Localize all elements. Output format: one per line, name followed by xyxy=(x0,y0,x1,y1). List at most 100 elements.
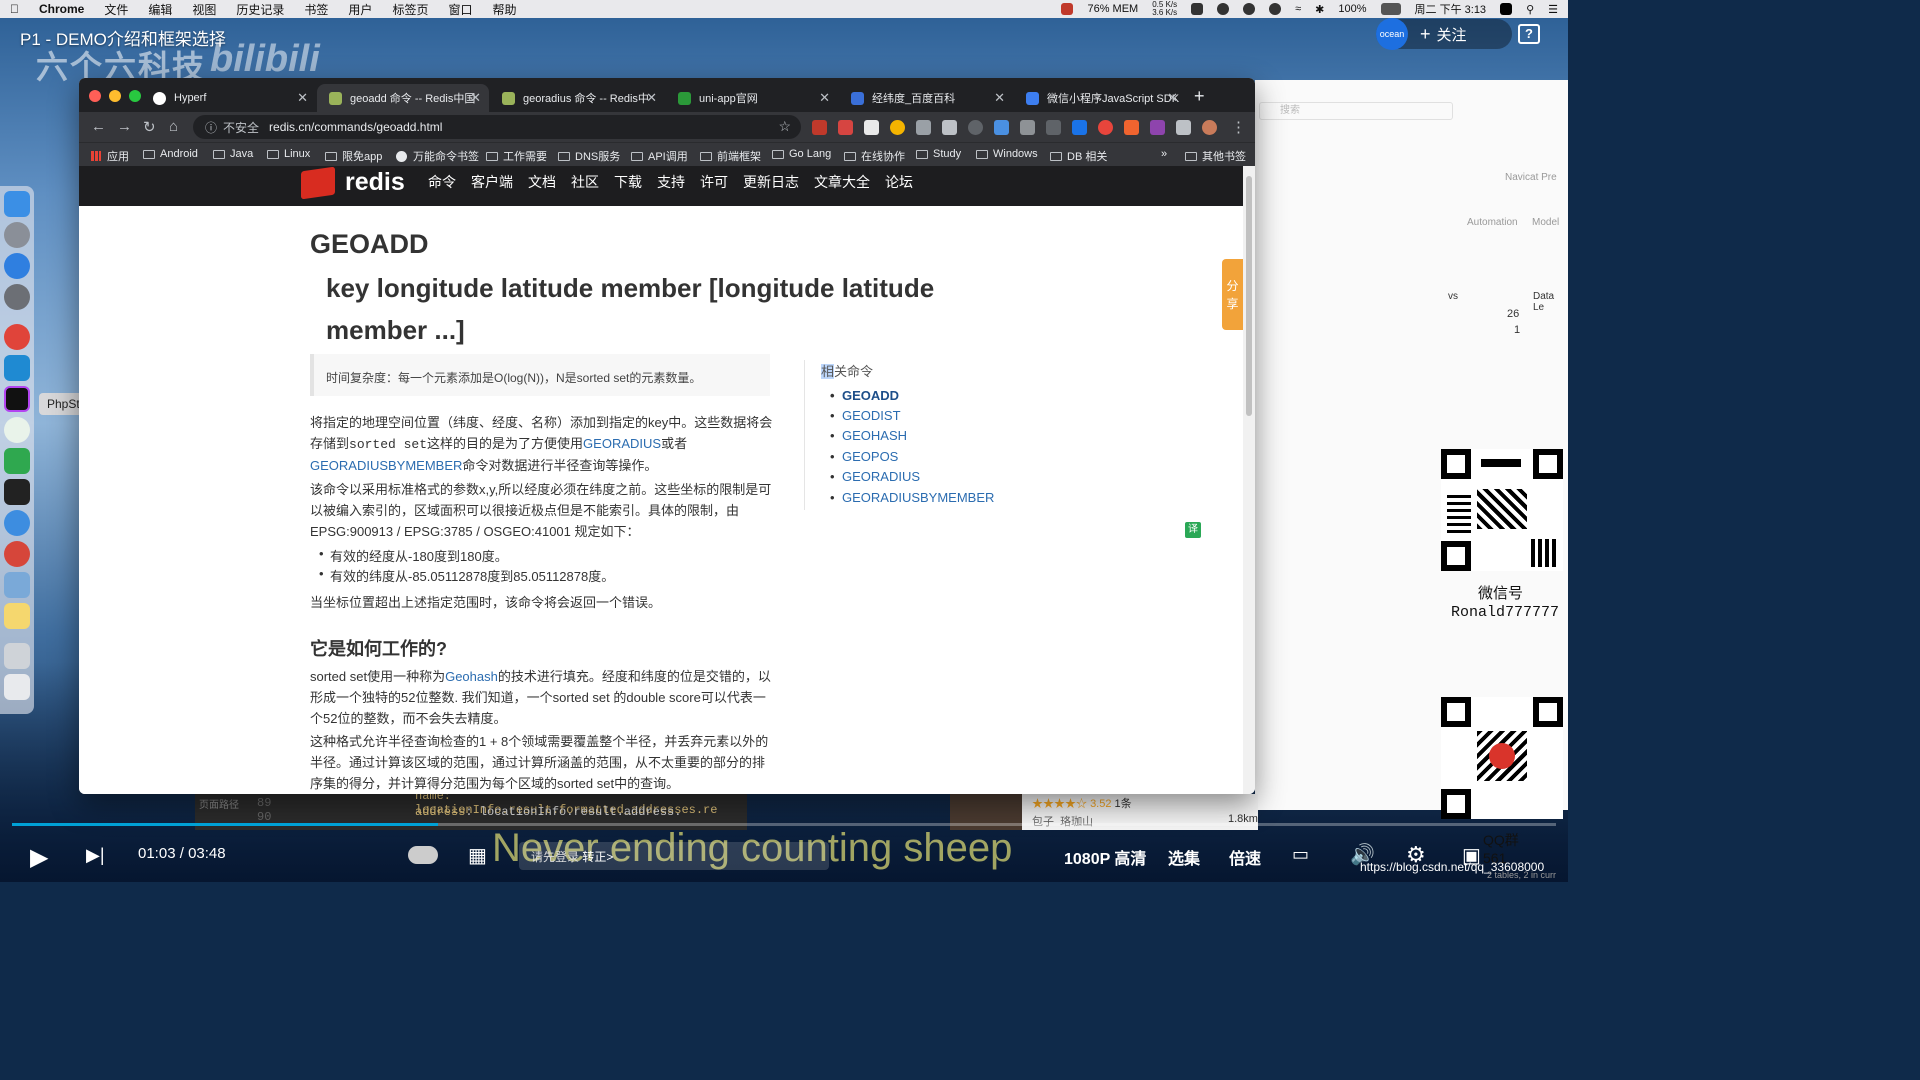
extension-icon[interactable] xyxy=(916,120,931,135)
input-method-icon[interactable] xyxy=(1500,3,1513,15)
navicat-search-input[interactable]: 搜索 xyxy=(1259,102,1453,120)
danmaku-upgrade-link[interactable]: 转正> xyxy=(582,850,613,864)
url-text[interactable]: redis.cn/commands/geoadd.html xyxy=(269,120,442,134)
navicat-icon[interactable] xyxy=(4,510,30,536)
related-link-georadius[interactable]: GEORADIUS xyxy=(830,469,920,484)
vscode-icon[interactable] xyxy=(4,355,30,381)
terminal-icon[interactable] xyxy=(4,479,30,505)
adblock-extension-icon[interactable] xyxy=(812,120,827,135)
bookmark-folder-linux[interactable]: Linux xyxy=(267,148,310,160)
bookmark-folder-java[interactable]: Java xyxy=(213,148,253,160)
bookmark-folder-api[interactable]: API调用 xyxy=(631,148,688,164)
link-georadius[interactable]: GEORADIUS xyxy=(583,436,661,451)
nav-docs[interactable]: 文档 xyxy=(528,172,556,192)
translate-icon[interactable]: 译 xyxy=(1185,522,1201,538)
extension-icon[interactable] xyxy=(838,120,853,135)
menu-view[interactable]: 视图 xyxy=(192,1,216,18)
extension-icon[interactable] xyxy=(1020,120,1035,135)
close-window-button[interactable] xyxy=(89,90,101,102)
nav-articles[interactable]: 文章大全 xyxy=(814,172,870,192)
chrome-icon[interactable] xyxy=(4,324,30,350)
extension-icon[interactable] xyxy=(864,120,879,135)
extension-icon[interactable] xyxy=(1046,120,1061,135)
menu-kebab-icon[interactable]: ⋮ xyxy=(1231,118,1246,136)
info-icon[interactable]: ⓘ xyxy=(205,119,217,136)
next-icon[interactable]: ▶| xyxy=(86,845,105,866)
apple-menu-icon[interactable]:  xyxy=(10,2,19,16)
related-link-geodist[interactable]: GEODIST xyxy=(830,408,900,423)
bookmark-folder-android[interactable]: Android xyxy=(143,148,198,160)
bookmark-folder-collab[interactable]: 在线协作 xyxy=(844,148,905,164)
speed-button[interactable]: 倍速 xyxy=(1229,845,1261,869)
danmaku-input[interactable]: 请先登录 转正> xyxy=(519,842,829,870)
nav-clients[interactable]: 客户端 xyxy=(471,172,513,192)
address-bar[interactable]: ⓘ 不安全 redis.cn/commands/geoadd.html ☆ xyxy=(193,115,801,139)
bookmark-star-icon[interactable]: ☆ xyxy=(778,118,791,135)
uploader-avatar[interactable]: ocean xyxy=(1376,18,1408,50)
close-tab-icon[interactable]: ✕ xyxy=(819,90,830,106)
extension-icon[interactable] xyxy=(1124,120,1139,135)
nav-community[interactable]: 社区 xyxy=(571,172,599,192)
nav-support[interactable]: 支持 xyxy=(657,172,685,192)
close-tab-icon[interactable]: ✕ xyxy=(297,90,308,106)
bookmark-folder-dns[interactable]: DNS服务 xyxy=(558,148,620,164)
tab-uniapp[interactable]: uni-app官网 ✕ xyxy=(666,84,838,112)
close-tab-icon[interactable]: ✕ xyxy=(470,90,481,106)
profile-avatar[interactable] xyxy=(1202,120,1217,135)
stickies-icon[interactable] xyxy=(4,603,30,629)
extension-icon[interactable] xyxy=(1098,120,1113,135)
bookmark-command-bookmarks[interactable]: 万能命令书签 xyxy=(396,148,479,164)
dnd-icon[interactable] xyxy=(1269,3,1282,15)
new-tab-button[interactable]: + xyxy=(1194,86,1205,107)
bookmark-folder-golang[interactable]: Go Lang xyxy=(772,148,831,160)
home-icon[interactable]: ⌂ xyxy=(169,118,178,135)
tab-georadius[interactable]: georadius 命令 -- Redis中 ✕ xyxy=(490,84,665,112)
redis-logo[interactable]: redis xyxy=(301,166,405,199)
screenshot-icon[interactable] xyxy=(4,572,30,598)
nav-changelog[interactable]: 更新日志 xyxy=(743,172,799,192)
extension-icon[interactable] xyxy=(942,120,957,135)
nav-download[interactable]: 下载 xyxy=(614,172,642,192)
bookmark-folder-free-apps[interactable]: 限免app xyxy=(325,148,382,164)
link-geohash[interactable]: Geohash xyxy=(445,669,498,684)
tab-wechat-sdk[interactable]: 微信小程序JavaScript SDK ✕ xyxy=(1014,84,1186,112)
tab-hyperf[interactable]: Hyperf ✕ xyxy=(141,84,316,112)
app-red-icon[interactable] xyxy=(4,541,30,567)
wechat-icon[interactable] xyxy=(4,417,30,443)
menu-window[interactable]: 窗口 xyxy=(448,1,472,18)
nav-forum[interactable]: 论坛 xyxy=(885,172,913,192)
related-link-georadiusbymember[interactable]: GEORADIUSBYMEMBER xyxy=(830,490,994,505)
menu-user[interactable]: 用户 xyxy=(348,1,372,18)
close-tab-icon[interactable]: ✕ xyxy=(646,90,657,106)
bookmark-folder-study[interactable]: Study xyxy=(916,148,961,160)
phpstorm-icon[interactable] xyxy=(4,386,30,412)
tab-baike[interactable]: 经纬度_百度百科 ✕ xyxy=(839,84,1013,112)
recording-icon[interactable] xyxy=(1061,3,1074,15)
bluetooth-icon[interactable]: ✱ xyxy=(1315,3,1324,16)
bookmark-folder-db[interactable]: DB 相关 xyxy=(1050,148,1107,164)
system-preferences-icon[interactable] xyxy=(4,284,30,310)
spotlight-icon[interactable]: ⚲ xyxy=(1526,3,1534,16)
extension-icon[interactable] xyxy=(968,120,983,135)
automation-button[interactable]: Automation xyxy=(1467,217,1518,228)
episodes-button[interactable]: 选集 xyxy=(1168,845,1200,869)
battery-percent[interactable]: 100% xyxy=(1338,3,1366,15)
bookmark-folder-other[interactable]: 其他书签 xyxy=(1185,148,1246,164)
finder-icon[interactable] xyxy=(4,191,30,217)
forward-icon[interactable]: → xyxy=(117,118,132,135)
volume-icon[interactable] xyxy=(1243,3,1256,15)
safari-icon[interactable] xyxy=(4,253,30,279)
bookmarks-overflow-icon[interactable]: » xyxy=(1161,148,1167,160)
extension-icon[interactable] xyxy=(994,120,1009,135)
tab-geoadd[interactable]: geoadd 命令 -- Redis中国 ✕ xyxy=(317,84,489,112)
grid-icon[interactable] xyxy=(1191,3,1204,15)
add-app-icon[interactable] xyxy=(4,643,30,669)
bookmark-folder-windows[interactable]: Windows xyxy=(976,148,1038,160)
model-button[interactable]: Model xyxy=(1532,217,1559,228)
follow-button[interactable]: ocean + 关注 xyxy=(1376,18,1512,50)
menu-app-chrome[interactable]: Chrome xyxy=(39,2,84,16)
vpn-icon[interactable] xyxy=(1217,3,1230,15)
trash-icon[interactable] xyxy=(4,674,30,700)
nav-commands[interactable]: 命令 xyxy=(428,172,456,192)
menu-bookmarks[interactable]: 书签 xyxy=(304,1,328,18)
